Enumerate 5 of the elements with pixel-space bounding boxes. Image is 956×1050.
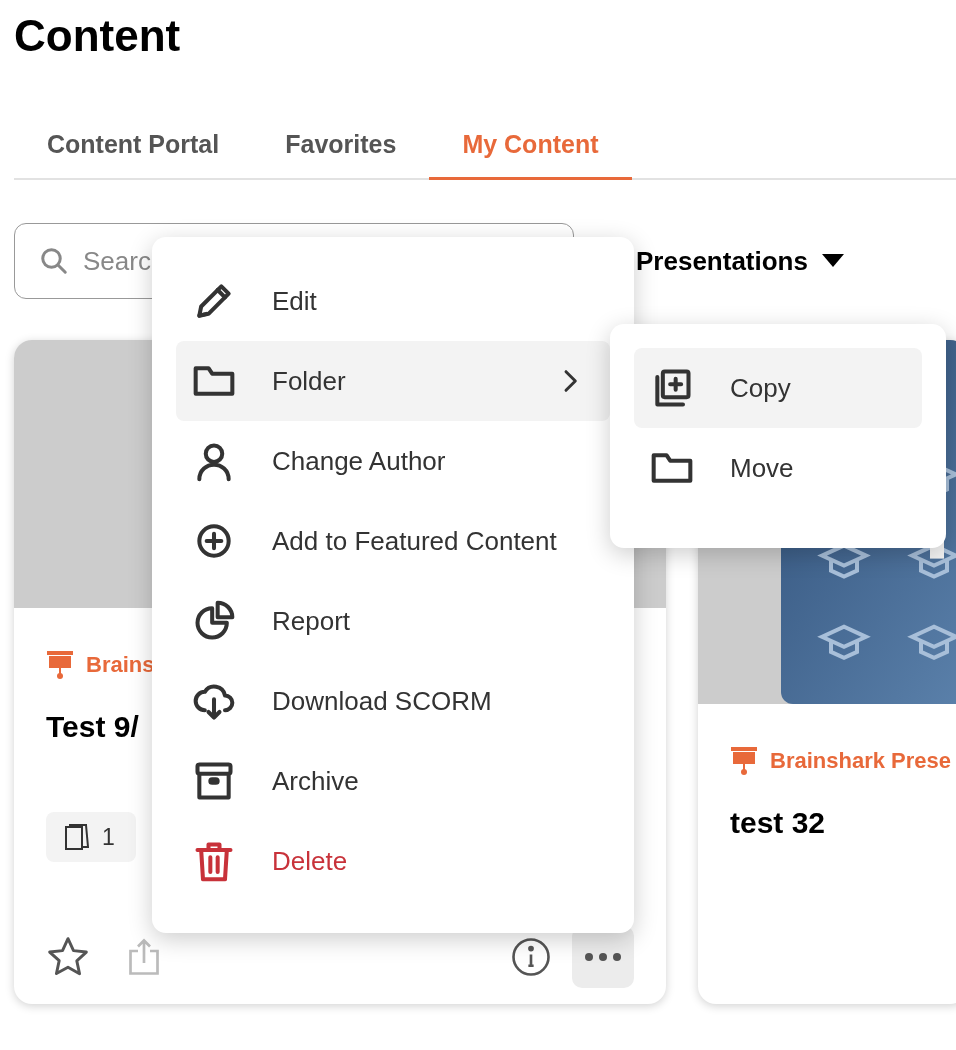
search-placeholder: Searc <box>83 245 151 277</box>
page-title: Content <box>13 10 182 62</box>
content-type: Brainshark Prese <box>770 748 951 774</box>
content-type: Brains <box>86 652 155 678</box>
page-count-text: 1 <box>102 823 115 851</box>
